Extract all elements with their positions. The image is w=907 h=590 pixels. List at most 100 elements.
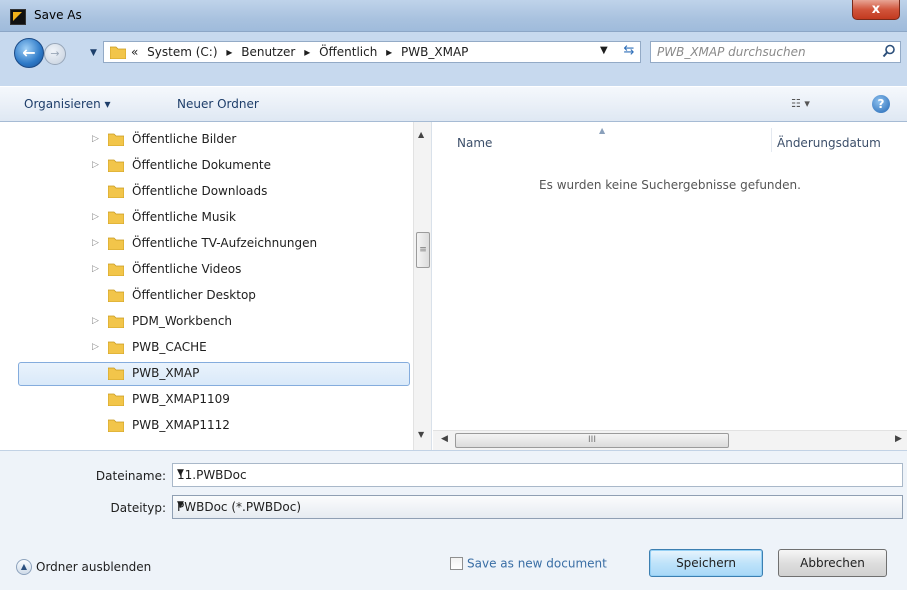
tree-item[interactable]: ▷ PDM_Workbench [0, 310, 412, 334]
save-as-new-checkbox[interactable]: Save as new document [450, 556, 607, 571]
close-button[interactable]: x [852, 0, 900, 20]
breadcrumb-separator[interactable]: ▸ [304, 45, 310, 59]
address-bar[interactable]: « System (C:) ▸ Benutzer ▸ Öffentlich ▸ … [103, 41, 641, 63]
folder-icon [108, 315, 124, 328]
forward-arrow-icon[interactable]: → [44, 43, 66, 65]
tree-item[interactable]: Öffentliche Downloads [0, 180, 412, 204]
folder-icon [110, 46, 126, 59]
folder-icon [108, 263, 124, 276]
column-header-name[interactable]: Name [457, 136, 492, 150]
filename-label: Dateiname: [95, 469, 166, 483]
view-options-icon[interactable]: ☷ ▾ [791, 97, 810, 110]
breadcrumb-oeffentlich[interactable]: Öffentlich [319, 45, 377, 59]
folder-icon [108, 289, 124, 302]
folder-icon [108, 133, 124, 146]
breadcrumb-separator[interactable]: ▸ [226, 45, 232, 59]
folder-icon [108, 419, 124, 432]
back-arrow-icon[interactable]: ← [14, 38, 44, 68]
save-button[interactable]: Speichern [649, 549, 763, 577]
search-input[interactable]: PWB_XMAP durchsuchen [650, 41, 901, 63]
scroll-up-icon[interactable]: ▲ [418, 130, 424, 139]
tree-item[interactable]: PWB_XMAP1109 [0, 388, 412, 412]
tree-scrollbar[interactable]: ▲ ≡ ▼ [413, 122, 431, 450]
app-icon [10, 9, 26, 25]
tree-item[interactable]: ▷ Öffentliche Videos [0, 258, 412, 282]
tree-item-label: PDM_Workbench [132, 314, 233, 328]
folder-icon [108, 393, 124, 406]
chevron-up-icon[interactable]: ▲ [16, 559, 32, 575]
folder-icon [108, 341, 124, 354]
expand-arrow-icon[interactable]: ▷ [92, 264, 99, 274]
tree-item[interactable]: Öffentlicher Desktop [0, 284, 412, 308]
tree-item-label: Öffentliche Musik [132, 210, 236, 224]
folder-icon [108, 211, 124, 224]
folder-icon [108, 237, 124, 250]
breadcrumb[interactable]: « System (C:) ▸ Benutzer ▸ Öffentlich ▸ … [131, 45, 473, 59]
tree-item[interactable]: ▷ Öffentliche Dokumente [0, 154, 412, 178]
tree-item-label: Öffentliche Bilder [132, 132, 237, 146]
hide-folders-label[interactable]: Ordner ausblenden [36, 560, 151, 574]
expand-arrow-icon[interactable]: ▷ [92, 160, 99, 170]
save-as-new-label[interactable]: Save as new document [467, 557, 607, 571]
filetype-label: Dateityp: [110, 501, 166, 515]
expand-arrow-icon[interactable]: ▷ [92, 212, 99, 222]
tree-item-label: Öffentliche Videos [132, 262, 242, 276]
folder-icon [108, 367, 124, 380]
scroll-left-icon[interactable]: ◀ [441, 434, 448, 444]
tree-item-label: PWB_XMAP1112 [132, 418, 230, 432]
address-dropdown-icon[interactable]: ▼ [600, 45, 608, 56]
new-folder-button[interactable]: Neuer Ordner [177, 97, 259, 111]
help-icon[interactable]: ? [872, 95, 890, 113]
tree-item[interactable]: PWB_XMAP [18, 362, 410, 386]
scroll-thumb[interactable]: ≡ [416, 232, 430, 268]
tree-item-label: Öffentliche Downloads [132, 184, 268, 198]
folder-icon [108, 185, 124, 198]
empty-results-message: Es wurden keine Suchergebnisse gefunden. [539, 178, 801, 192]
expand-arrow-icon[interactable]: ▷ [92, 134, 99, 144]
expand-arrow-icon[interactable]: ▷ [92, 238, 99, 248]
search-icon[interactable] [882, 44, 896, 58]
checkbox-box[interactable] [450, 557, 463, 570]
file-list: ▲ Name Änderungsdatum Es wurden keine Su… [433, 122, 907, 450]
breadcrumb-system[interactable]: System (C:) [147, 45, 217, 59]
scroll-thumb[interactable]: III [455, 433, 729, 448]
breadcrumb-pwb-xmap[interactable]: PWB_XMAP [401, 45, 468, 59]
column-header-date[interactable]: Änderungsdatum [777, 136, 881, 150]
scroll-right-icon[interactable]: ▶ [895, 434, 902, 444]
tree-item-label: Öffentlicher Desktop [132, 288, 256, 302]
tree-item[interactable]: ▷ Öffentliche TV-Aufzeichnungen [0, 232, 412, 256]
filetype-select[interactable]: PWBDoc (*.PWBDoc) ▼ [172, 495, 903, 519]
address-row: ← → ▼ « System (C:) ▸ Benutzer ▸ Öffentl… [0, 32, 907, 86]
tree-item[interactable]: ▷ PWB_CACHE [0, 336, 412, 360]
breadcrumb-separator[interactable]: ▸ [386, 45, 392, 59]
horizontal-scrollbar[interactable]: ◀ III ▶ [433, 430, 907, 450]
tree-item-label: PWB_CACHE [132, 340, 207, 354]
expand-arrow-icon[interactable]: ▷ [92, 342, 99, 352]
hide-folders-toggle[interactable]: ▲ Ordner ausblenden [16, 559, 151, 575]
filename-input[interactable]: 11.PWBDoc ▼ [172, 463, 903, 487]
breadcrumb-benutzer[interactable]: Benutzer [241, 45, 295, 59]
filename-dropdown-icon[interactable]: ▼ [177, 468, 896, 478]
tree-item-label: PWB_XMAP1109 [132, 392, 230, 406]
expand-arrow-icon[interactable]: ▷ [92, 316, 99, 326]
recent-pages-dropdown-icon[interactable]: ▼ [90, 48, 97, 58]
cancel-button[interactable]: Abbrechen [778, 549, 887, 577]
tree-item-label: Öffentliche TV-Aufzeichnungen [132, 236, 318, 250]
scroll-down-icon[interactable]: ▼ [418, 430, 424, 439]
window-title: Save As [34, 8, 82, 22]
command-toolbar: Organisieren ▾ Neuer Ordner ☷ ▾ ? [0, 86, 907, 122]
search-placeholder: PWB_XMAP durchsuchen [657, 45, 806, 59]
breadcrumb-overflow[interactable]: « [131, 45, 138, 59]
organize-menu[interactable]: Organisieren ▾ [24, 97, 111, 111]
title-bar: Save As x [0, 0, 907, 32]
refresh-icon[interactable]: ⇆ [616, 41, 642, 63]
column-divider[interactable] [771, 128, 772, 152]
tree-item[interactable]: PWB_XMAP1112 [0, 414, 412, 438]
tree-item-label: PWB_XMAP [132, 366, 200, 380]
sort-indicator-icon: ▲ [599, 126, 606, 135]
folder-icon [108, 159, 124, 172]
tree-item[interactable]: ▷ Öffentliche Bilder [0, 128, 412, 152]
tree-item[interactable]: ▷ Öffentliche Musik [0, 206, 412, 230]
save-form: Dateiname: 11.PWBDoc ▼ Dateityp: PWBDoc … [0, 450, 907, 590]
filetype-dropdown-icon[interactable]: ▼ [177, 500, 896, 510]
